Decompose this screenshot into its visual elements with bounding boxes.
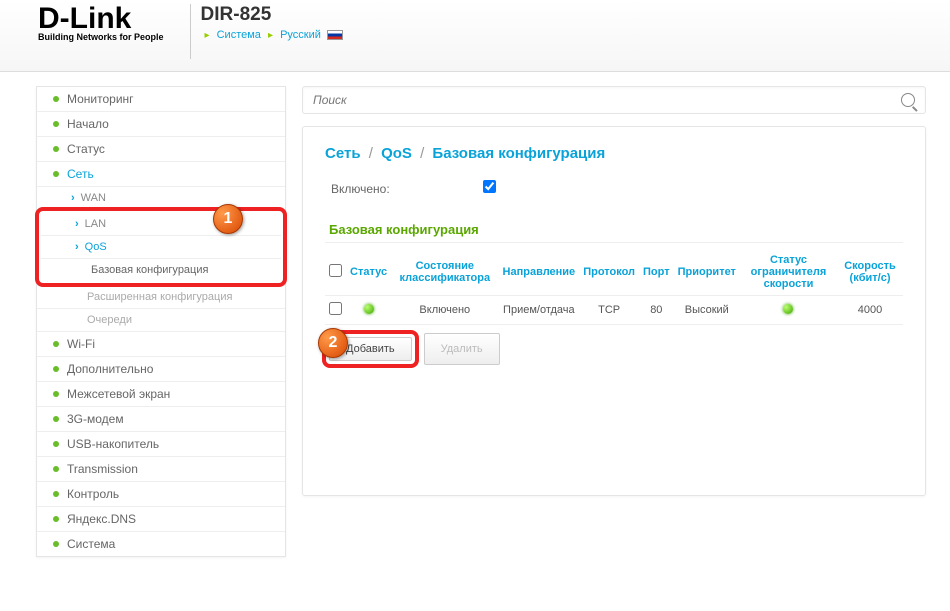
sidebar-sub2-basic[interactable]: Базовая конфигурация xyxy=(41,258,281,281)
table-row[interactable]: Включено Прием/отдача TCP 80 Высокий 400… xyxy=(325,296,903,325)
panel: Сеть / QoS / Базовая конфигурация Включе… xyxy=(302,126,926,496)
header-separator xyxy=(190,4,191,59)
enabled-checkbox[interactable] xyxy=(483,180,496,193)
crumb-language[interactable]: Русский xyxy=(280,29,321,41)
col-status[interactable]: Статус xyxy=(346,249,391,296)
col-protocol[interactable]: Протокол xyxy=(579,249,639,296)
sidebar-sub-qos[interactable]: QoS xyxy=(41,235,281,258)
col-direction[interactable]: Направление xyxy=(499,249,580,296)
button-row: Добавить Удалить xyxy=(325,333,903,365)
sidebar-item-3g[interactable]: 3G-модем xyxy=(37,406,285,431)
section-title: Базовая конфигурация xyxy=(325,222,903,243)
status-dot-icon xyxy=(364,304,374,314)
search-bar[interactable] xyxy=(302,86,926,114)
bc-qos[interactable]: QoS xyxy=(381,145,412,162)
search-input[interactable] xyxy=(313,93,901,107)
annotation-highlight-1: LAN QoS Базовая конфигурация xyxy=(35,207,287,287)
sidebar-item-network[interactable]: Сеть xyxy=(37,161,285,186)
bc-sep: / xyxy=(420,145,424,162)
crumb-system[interactable]: Система xyxy=(217,29,261,41)
enabled-label: Включено: xyxy=(331,182,390,196)
sidebar-sub-lan[interactable]: LAN xyxy=(41,213,281,235)
cell-priority: Высокий xyxy=(674,296,740,325)
annotation-badge-2: 2 xyxy=(318,328,348,358)
sidebar-item-start[interactable]: Начало xyxy=(37,111,285,136)
header-crumbs: ▸ Система ▸ Русский xyxy=(201,29,343,41)
chevron-right-icon: ▸ xyxy=(205,30,210,41)
model-name: DIR-825 xyxy=(201,4,343,26)
sidebar-item-transmission[interactable]: Transmission xyxy=(37,456,285,481)
bc-basic: Базовая конфигурация xyxy=(432,145,605,162)
row-checkbox[interactable] xyxy=(329,302,342,315)
sidebar-item-yandexdns[interactable]: Яндекс.DNS xyxy=(37,506,285,531)
sidebar-item-status[interactable]: Статус xyxy=(37,136,285,161)
header-right: DIR-825 ▸ Система ▸ Русский xyxy=(201,4,343,41)
flag-ru-icon xyxy=(327,30,343,40)
sidebar-sub-wan[interactable]: WAN xyxy=(37,186,285,209)
chevron-right-icon: ▸ xyxy=(268,30,273,41)
cell-direction: Прием/отдача xyxy=(499,296,580,325)
cell-port: 80 xyxy=(639,296,674,325)
cell-class-state: Включено xyxy=(391,296,498,325)
sidebar-item-wifi[interactable]: Wi-Fi xyxy=(37,331,285,356)
enabled-row: Включено: xyxy=(331,180,903,196)
qos-table: Статус Состояние классификатора Направле… xyxy=(325,249,903,325)
select-all-checkbox[interactable] xyxy=(329,264,342,277)
cell-speed: 4000 xyxy=(837,296,903,325)
sidebar-item-control[interactable]: Контроль xyxy=(37,481,285,506)
table-header-row: Статус Состояние классификатора Направле… xyxy=(325,249,903,296)
col-class-state[interactable]: Состояние классификатора xyxy=(391,249,498,296)
col-port[interactable]: Порт xyxy=(639,249,674,296)
bc-network[interactable]: Сеть xyxy=(325,145,361,162)
breadcrumb: Сеть / QoS / Базовая конфигурация xyxy=(325,145,903,162)
sidebar-item-firewall[interactable]: Межсетевой экран xyxy=(37,381,285,406)
sidebar-sub2-queues[interactable]: Очереди xyxy=(37,308,285,331)
cell-protocol: TCP xyxy=(579,296,639,325)
sidebar-item-system[interactable]: Система xyxy=(37,531,285,556)
sidebar: Мониторинг Начало Статус Сеть WAN LAN Qo… xyxy=(36,86,286,557)
col-limiter[interactable]: Статус ограничителя скорости xyxy=(740,249,837,296)
sidebar-item-monitoring[interactable]: Мониторинг xyxy=(37,87,285,111)
col-priority[interactable]: Приоритет xyxy=(674,249,740,296)
logo-text: D-Link xyxy=(38,4,164,34)
col-checkbox xyxy=(325,249,346,296)
annotation-badge-1: 1 xyxy=(213,204,243,234)
logo-subtext: Building Networks for People xyxy=(38,32,164,42)
limiter-dot-icon xyxy=(783,304,793,314)
sidebar-item-usb[interactable]: USB-накопитель xyxy=(37,431,285,456)
bc-sep: / xyxy=(369,145,373,162)
header: D-Link Building Networks for People DIR-… xyxy=(0,0,950,72)
col-speed[interactable]: Скорость (кбит/с) xyxy=(837,249,903,296)
sidebar-sub2-advanced[interactable]: Расширенная конфигурация xyxy=(37,285,285,308)
sidebar-item-advanced[interactable]: Дополнительно xyxy=(37,356,285,381)
delete-button[interactable]: Удалить xyxy=(424,333,500,365)
main-content: Сеть / QoS / Базовая конфигурация Включе… xyxy=(302,86,926,557)
search-icon[interactable] xyxy=(901,93,915,107)
logo-block: D-Link Building Networks for People xyxy=(38,4,164,42)
